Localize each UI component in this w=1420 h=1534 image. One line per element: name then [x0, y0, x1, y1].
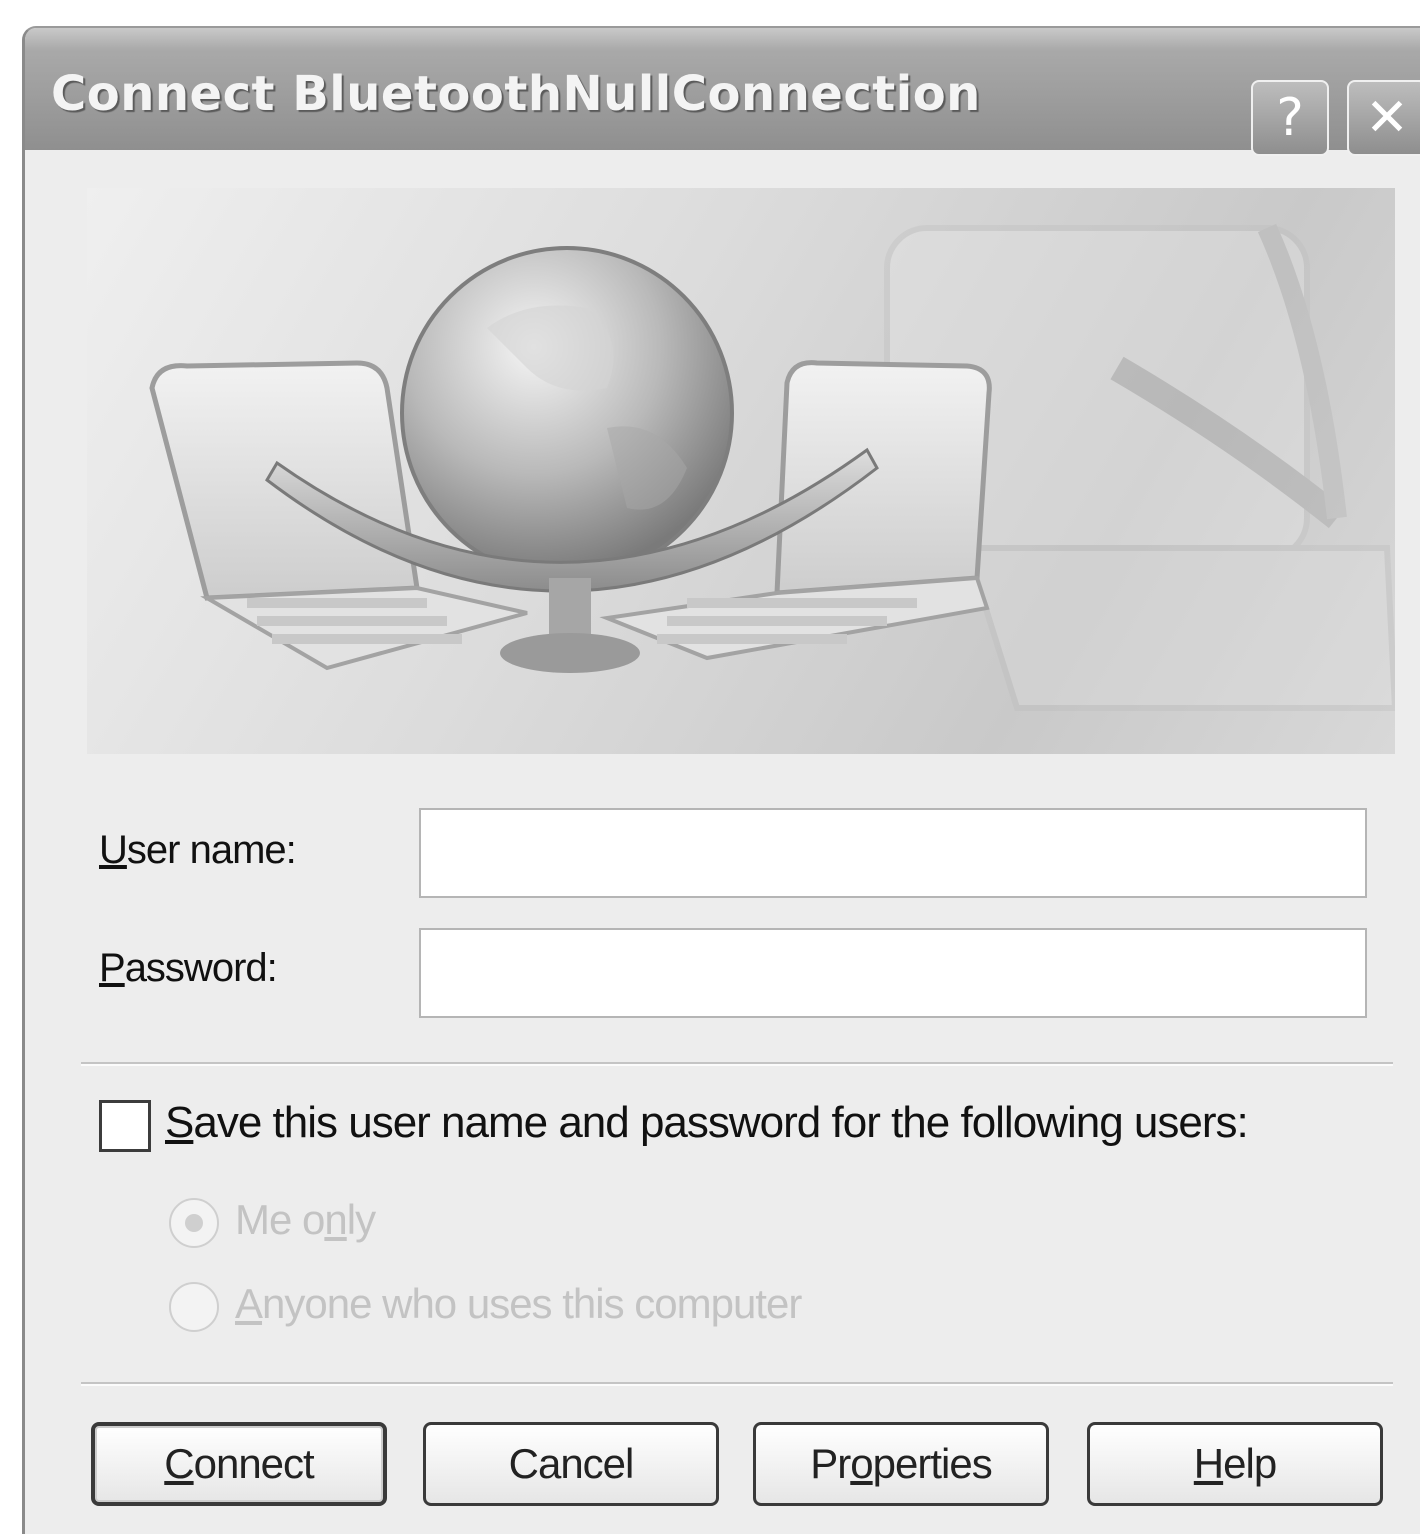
password-input[interactable]: [419, 928, 1367, 1018]
connection-banner-image: [87, 188, 1395, 754]
cancel-button[interactable]: Cancel: [423, 1422, 719, 1506]
title-bar[interactable]: Connect BluetoothNullConnection ? ✕: [25, 28, 1420, 156]
save-credentials-checkbox[interactable]: [99, 1100, 151, 1152]
close-icon[interactable]: ✕: [1347, 80, 1420, 156]
radio-selected-dot: [185, 1214, 203, 1232]
radio-me-only-label: Me only: [235, 1196, 376, 1243]
radio-anyone[interactable]: [169, 1282, 219, 1332]
help-question-icon[interactable]: ?: [1251, 80, 1329, 156]
properties-button[interactable]: Pr o perties: [753, 1422, 1049, 1506]
radio-me-only[interactable]: [169, 1198, 219, 1248]
username-input[interactable]: [419, 808, 1367, 898]
dialog-window: Connect BluetoothNullConnection ? ✕ User…: [22, 26, 1420, 1534]
help-button[interactable]: Help: [1087, 1422, 1383, 1506]
globe-laptops-illustration: [149, 223, 1395, 711]
username-label: User name:: [99, 828, 297, 872]
separator-top: [81, 1062, 1393, 1066]
password-label: Password:: [99, 946, 278, 990]
connect-button[interactable]: Connect: [91, 1422, 387, 1506]
window-title: Connect BluetoothNullConnection: [51, 66, 981, 122]
radio-anyone-label: Anyone who uses this computer: [235, 1280, 802, 1327]
separator-bottom: [81, 1382, 1393, 1386]
save-credentials-label[interactable]: Save this user name and password for the…: [165, 1098, 1249, 1148]
